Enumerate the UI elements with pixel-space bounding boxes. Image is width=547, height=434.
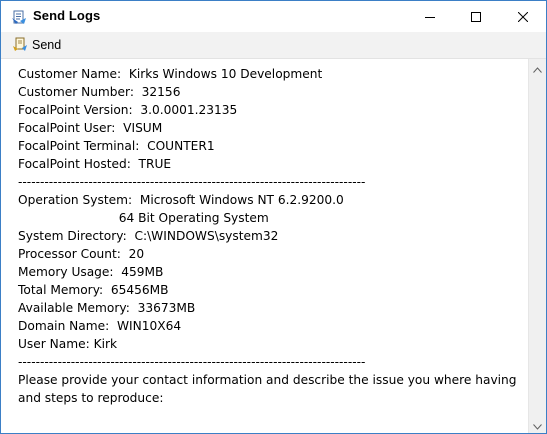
send-button-label: Send: [32, 38, 62, 52]
scroll-up-button[interactable]: [529, 59, 546, 76]
log-line: Memory Usage: 459MB: [18, 265, 164, 279]
log-line: FocalPoint Hosted: TRUE: [18, 157, 172, 171]
toolbar: Send: [1, 32, 546, 59]
maximize-button[interactable]: [453, 1, 499, 32]
title-bar[interactable]: Send Logs: [1, 1, 546, 32]
log-line: ----------------------------------------…: [18, 355, 366, 369]
send-icon: [12, 36, 28, 55]
log-line: ----------------------------------------…: [18, 175, 366, 189]
log-text-area[interactable]: Customer Name: Kirks Windows 10 Developm…: [1, 59, 528, 433]
log-text: Customer Name: Kirks Windows 10 Developm…: [18, 65, 523, 407]
chevron-up-icon: [533, 58, 542, 77]
window-title: Send Logs: [33, 8, 101, 23]
log-line: User Name: Kirk: [18, 337, 118, 351]
vertical-scrollbar[interactable]: [528, 59, 546, 433]
chevron-down-icon: [533, 415, 542, 434]
minimize-button[interactable]: [407, 1, 453, 32]
log-line: Customer Number: 32156: [18, 85, 181, 99]
minimize-icon: [425, 7, 435, 26]
log-line: Processor Count: 20: [18, 247, 145, 261]
close-button[interactable]: [500, 1, 546, 32]
prompt-text: Please provide your contact information …: [18, 373, 517, 405]
log-line: System Directory: C:\WINDOWS\system32: [18, 229, 279, 243]
log-line: Customer Name: Kirks Windows 10 Developm…: [18, 67, 323, 81]
scroll-down-button[interactable]: [529, 416, 546, 433]
log-line: FocalPoint Terminal: COUNTER1: [18, 139, 215, 153]
log-line: Available Memory: 33673MB: [18, 301, 196, 315]
maximize-icon: [471, 7, 481, 26]
log-line: Total Memory: 65456MB: [18, 283, 169, 297]
log-line: FocalPoint User: VISUM: [18, 121, 163, 135]
close-icon: [517, 7, 529, 26]
log-line: FocalPoint Version: 3.0.0001.23135: [18, 103, 238, 117]
send-button[interactable]: Send: [9, 35, 64, 55]
send-logs-window: Send Logs Send Customer Name: Kirks Wind…: [0, 0, 547, 434]
log-line: Operation System: Microsoft Windows NT 6…: [18, 193, 344, 207]
log-line: Domain Name: WIN10X64: [18, 319, 182, 333]
log-line: 64 Bit Operating System: [18, 211, 269, 225]
log-send-icon: [11, 9, 27, 25]
